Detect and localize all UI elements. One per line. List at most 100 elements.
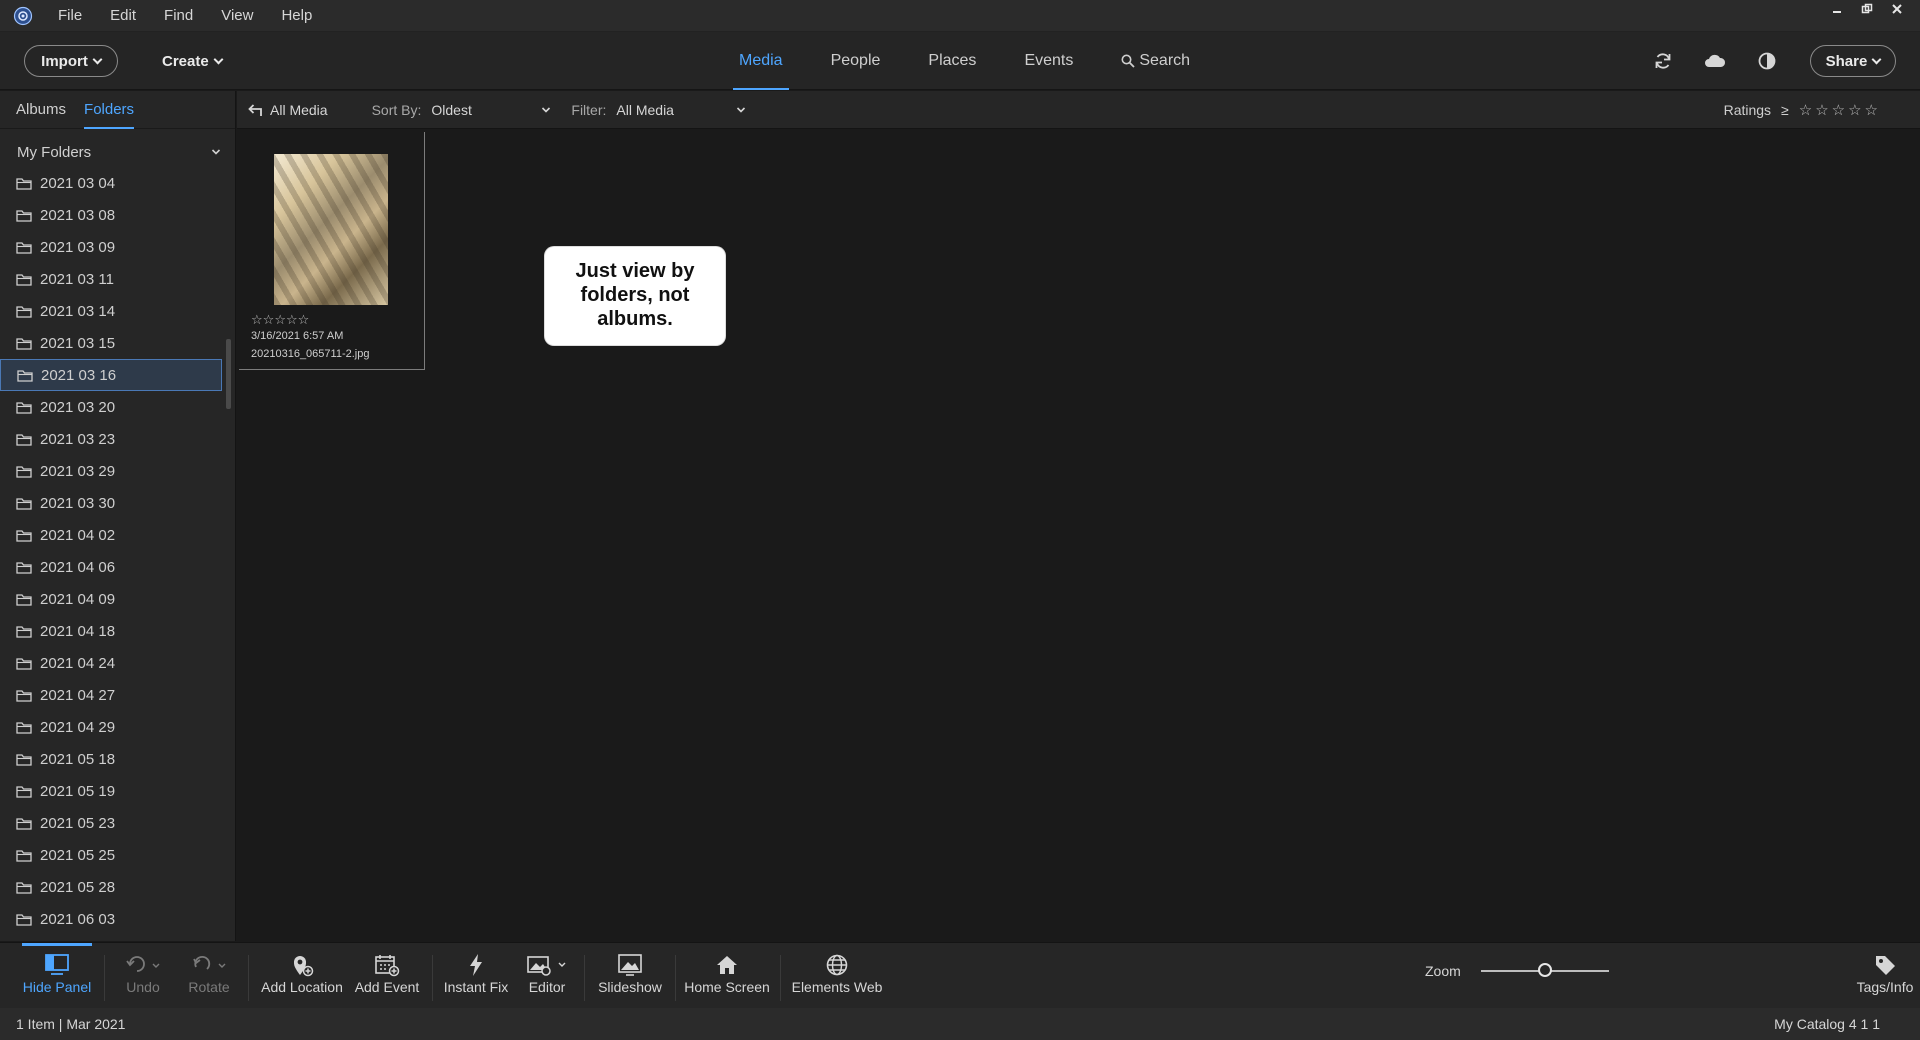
- tab-media[interactable]: Media: [715, 32, 807, 90]
- import-label: Import: [41, 52, 88, 70]
- zoom-slider[interactable]: [1480, 963, 1609, 977]
- folder-label: 2021 05 23: [40, 814, 116, 832]
- folder-item[interactable]: 2021 03 30: [0, 487, 222, 519]
- ratings-stars[interactable]: ☆ ☆ ☆ ☆ ☆: [1799, 101, 1878, 119]
- editor-button[interactable]: Editor: [522, 951, 572, 1005]
- media-tile[interactable]: ☆☆☆☆☆ 3/16/2021 6:57 AM 20210316_065711-…: [239, 132, 425, 370]
- tab-albums[interactable]: Albums: [16, 91, 66, 129]
- star-icon[interactable]: ☆: [1848, 101, 1861, 119]
- instant-fix-label: Instant Fix: [443, 979, 509, 995]
- tab-places[interactable]: Places: [904, 32, 1000, 90]
- home-screen-button[interactable]: Home Screen: [684, 951, 770, 1005]
- star-icon[interactable]: ☆: [274, 312, 286, 327]
- folder-item[interactable]: 2021 04 27: [0, 679, 222, 711]
- undo-button[interactable]: Undo: [118, 951, 168, 1005]
- folder-item[interactable]: 2021 03 29: [0, 455, 222, 487]
- divider: [780, 955, 781, 1001]
- folder-icon: [16, 433, 32, 446]
- folder-icon: [16, 497, 32, 510]
- tab-events[interactable]: Events: [1000, 32, 1097, 90]
- contrast-icon[interactable]: [1748, 45, 1786, 77]
- photo-thumbnail[interactable]: [274, 154, 388, 305]
- folder-icon: [16, 721, 32, 734]
- folder-item[interactable]: 2021 04 24: [0, 647, 222, 679]
- home-icon: [717, 956, 737, 974]
- menu-view[interactable]: View: [207, 0, 267, 32]
- folder-icon: [16, 337, 32, 350]
- folder-item[interactable]: 2021 03 14: [0, 295, 222, 327]
- add-location-button[interactable]: Add Location: [258, 951, 346, 1005]
- tag-icon: [1876, 956, 1895, 975]
- slideshow-button[interactable]: Slideshow: [596, 951, 664, 1005]
- star-icon[interactable]: ☆: [286, 312, 298, 327]
- star-icon[interactable]: ☆: [298, 312, 310, 327]
- folder-icon: [16, 625, 32, 638]
- star-icon[interactable]: ☆: [1815, 101, 1828, 119]
- tab-folders[interactable]: Folders: [84, 91, 135, 129]
- star-icon[interactable]: ☆: [251, 312, 263, 327]
- star-icon[interactable]: ☆: [263, 312, 275, 327]
- folder-item[interactable]: 2021 03 16: [0, 359, 222, 391]
- folder-item[interactable]: 2021 04 29: [0, 711, 222, 743]
- folder-item[interactable]: 2021 03 15: [0, 327, 222, 359]
- tile-rating-stars[interactable]: ☆☆☆☆☆: [251, 312, 309, 328]
- folder-item[interactable]: 2021 04 18: [0, 615, 222, 647]
- folder-item[interactable]: 2021 05 23: [0, 807, 222, 839]
- sort-select[interactable]: Oldest: [431, 102, 551, 118]
- folder-item[interactable]: 2021 03 08: [0, 199, 222, 231]
- tab-people[interactable]: People: [807, 32, 905, 90]
- tab-search[interactable]: Search: [1097, 32, 1214, 90]
- hide-panel-indicator: [22, 943, 92, 946]
- filter-select[interactable]: All Media: [616, 102, 746, 118]
- rotate-button[interactable]: Rotate: [184, 951, 234, 1005]
- chevron-down-icon: [542, 106, 551, 113]
- menu-file[interactable]: File: [44, 0, 96, 32]
- zoom-slider-handle[interactable]: [1537, 963, 1552, 977]
- menu-edit[interactable]: Edit: [96, 0, 150, 32]
- folder-icon: [16, 593, 32, 606]
- tags-info-button[interactable]: Tags/Info: [1852, 951, 1918, 1005]
- sync-icon[interactable]: [1644, 45, 1682, 77]
- folder-item[interactable]: 2021 05 28: [0, 871, 222, 903]
- star-icon[interactable]: ☆: [1799, 101, 1812, 119]
- instant-fix-button[interactable]: Instant Fix: [441, 951, 511, 1005]
- hide-panel-button[interactable]: Hide Panel: [20, 951, 94, 1005]
- all-media-label: All Media: [270, 101, 328, 118]
- my-folders-header[interactable]: My Folders: [0, 129, 235, 167]
- folder-label: 2021 05 18: [40, 750, 116, 768]
- folder-label: 2021 04 06: [40, 558, 116, 576]
- folder-icon: [16, 785, 32, 798]
- folder-item[interactable]: 2021 03 20: [0, 391, 222, 423]
- cloud-icon[interactable]: [1696, 45, 1734, 77]
- share-button[interactable]: Share: [1810, 45, 1896, 77]
- add-event-button[interactable]: Add Event: [352, 951, 422, 1005]
- folder-item[interactable]: 2021 03 04: [0, 167, 222, 199]
- back-to-all-media[interactable]: All Media: [247, 102, 328, 118]
- minimize-icon[interactable]: [1822, 0, 1852, 18]
- folder-item[interactable]: 2021 03 23: [0, 423, 222, 455]
- folder-item[interactable]: 2021 05 19: [0, 775, 222, 807]
- folder-icon: [16, 273, 32, 286]
- star-icon[interactable]: ☆: [1832, 101, 1845, 119]
- restore-icon[interactable]: [1852, 0, 1882, 18]
- folder-item[interactable]: 2021 03 09: [0, 231, 222, 263]
- folder-item[interactable]: 2021 03 11: [0, 263, 222, 295]
- folder-label: 2021 03 15: [40, 334, 116, 352]
- status-bar: 1 Item | Mar 2021 My Catalog 4 1 1: [0, 1008, 1920, 1040]
- import-button[interactable]: Import: [24, 45, 118, 77]
- folder-item[interactable]: 2021 04 06: [0, 551, 222, 583]
- folder-item[interactable]: 2021 05 25: [0, 839, 222, 871]
- elements-web-button[interactable]: Elements Web: [790, 951, 884, 1005]
- folder-icon: [16, 241, 32, 254]
- create-button[interactable]: Create: [162, 45, 224, 77]
- folder-item[interactable]: 2021 05 18: [0, 743, 222, 775]
- menu-help[interactable]: Help: [267, 0, 326, 32]
- close-icon[interactable]: [1882, 0, 1912, 18]
- sidebar-scrollbar[interactable]: [226, 339, 231, 409]
- star-icon[interactable]: ☆: [1865, 101, 1878, 119]
- menu-find[interactable]: Find: [150, 0, 207, 32]
- folder-item[interactable]: 2021 04 02: [0, 519, 222, 551]
- folder-label: 2021 04 24: [40, 654, 116, 672]
- folder-item[interactable]: 2021 06 03: [0, 903, 222, 935]
- folder-item[interactable]: 2021 04 09: [0, 583, 222, 615]
